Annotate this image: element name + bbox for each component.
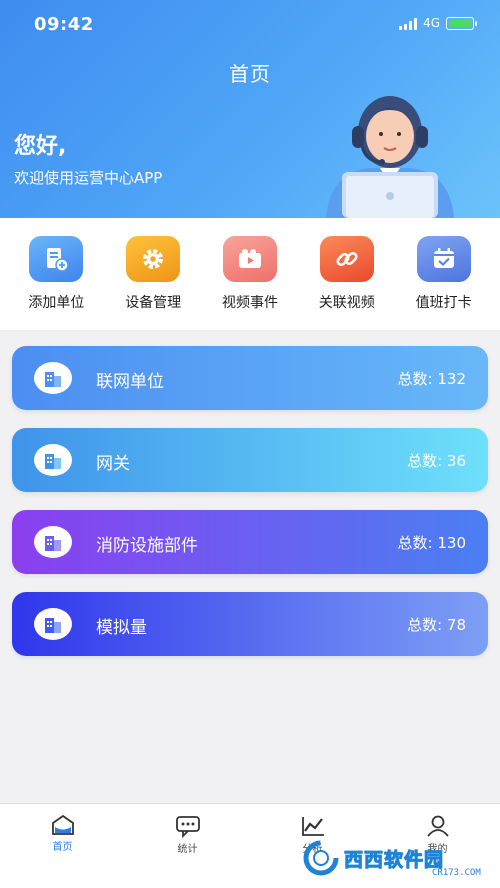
link-icon	[319, 236, 374, 282]
status-time: 09:42	[34, 14, 94, 35]
card-count: 总数: 132	[397, 370, 466, 388]
add-unit-icon	[29, 236, 84, 282]
status-bar: 09:42 4G	[0, 0, 500, 46]
user-icon	[426, 815, 449, 837]
card-title: 模拟量	[96, 618, 147, 638]
quick-action-linked-video[interactable]: 关联视频	[302, 218, 392, 330]
building-icon	[34, 444, 72, 476]
card-count: 总数: 36	[407, 452, 466, 470]
quick-action-duty-checkin[interactable]: 值班打卡	[399, 218, 489, 330]
header: 09:42 4G 首页 您好, 欢迎使用运营中心APP	[0, 0, 500, 218]
greeting-text: 您好,	[14, 134, 67, 159]
quick-action-label: 关联视频	[318, 295, 375, 311]
card-gateway[interactable]: 网关 总数: 36	[12, 428, 488, 492]
watermark: 西西软件园 CR173.COM	[302, 836, 492, 880]
tab-statistics[interactable]: 统计	[125, 804, 250, 888]
quick-actions-bar: 添加单位 设备管理 视频事件 关联视频 值班打卡	[0, 218, 500, 330]
chat-stats-icon	[175, 816, 200, 838]
quick-action-label: 视频事件	[221, 295, 278, 311]
home-icon	[51, 814, 74, 835]
card-fire-facility-parts[interactable]: 消防设施部件 总数: 130	[12, 510, 488, 574]
quick-action-label: 添加单位	[28, 295, 85, 311]
customer-service-illustration	[326, 96, 454, 218]
card-count: 总数: 78	[407, 616, 466, 634]
card-networked-units[interactable]: 联网单位 总数: 132	[12, 346, 488, 410]
gear-icon	[126, 236, 181, 282]
network-type: 4G	[423, 16, 440, 30]
stats-card-list: 联网单位 总数: 132 网关 总数: 36 消防设施部件 总数: 130 模拟…	[12, 346, 488, 674]
calendar-check-icon	[416, 236, 471, 282]
quick-action-video-events[interactable]: 视频事件	[205, 218, 295, 330]
card-analog-quantity[interactable]: 模拟量 总数: 78	[12, 592, 488, 656]
video-icon	[222, 236, 277, 282]
quick-action-label: 设备管理	[125, 295, 182, 311]
card-title: 联网单位	[96, 372, 164, 392]
chart-icon	[301, 817, 324, 836]
card-count: 总数: 130	[397, 534, 466, 552]
building-icon	[34, 362, 72, 394]
watermark-text: 西西软件园	[343, 848, 445, 871]
watermark-sub: CR173.COM	[432, 868, 481, 878]
welcome-text: 欢迎使用运营中心APP	[14, 169, 163, 187]
card-title: 消防设施部件	[96, 536, 198, 556]
quick-action-label: 值班打卡	[415, 295, 472, 311]
signal-icon	[399, 17, 418, 30]
quick-action-device-management[interactable]: 设备管理	[108, 218, 198, 330]
building-icon	[34, 526, 72, 558]
building-icon	[34, 608, 72, 640]
battery-icon	[446, 16, 477, 30]
quick-action-add-unit[interactable]: 添加单位	[11, 218, 101, 330]
status-indicators: 4G	[399, 16, 477, 30]
tab-label: 首页	[52, 842, 73, 853]
watermark-logo-icon	[303, 840, 339, 876]
card-title: 网关	[96, 454, 130, 474]
tab-label: 统计	[177, 844, 198, 855]
tab-home[interactable]: 首页	[0, 804, 125, 888]
